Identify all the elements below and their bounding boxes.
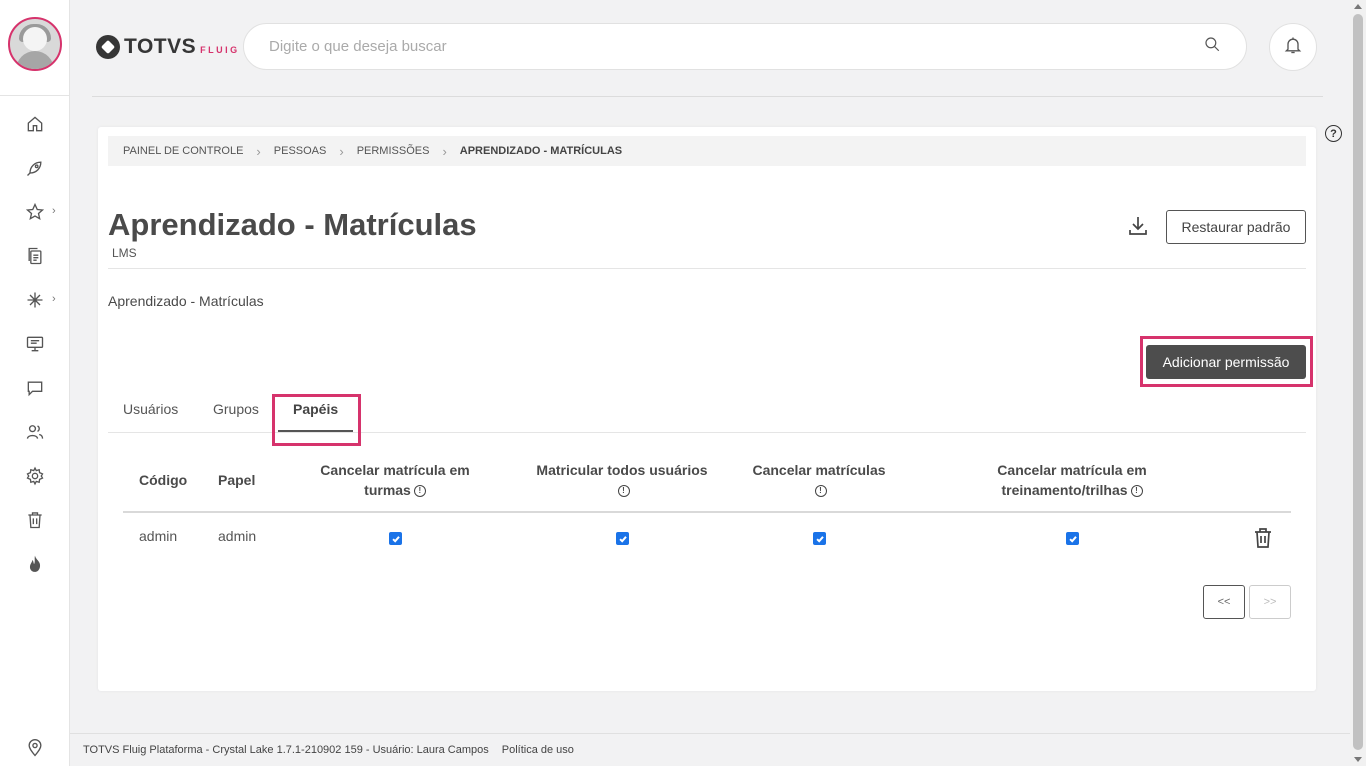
- column-header-line: turmas: [364, 482, 411, 498]
- people-icon[interactable]: [22, 419, 48, 445]
- footer-version-text: TOTVS Fluig Plataforma - Crystal Lake 1.…: [83, 744, 489, 756]
- trash-icon[interactable]: [22, 507, 48, 533]
- workflow-icon[interactable]: [22, 287, 48, 313]
- table-header-divider: [123, 511, 1291, 513]
- add-permission-button[interactable]: Adicionar permissão: [1146, 345, 1306, 379]
- pager-next-button[interactable]: >>: [1249, 585, 1291, 619]
- checkbox-matricular-todos[interactable]: [616, 532, 629, 545]
- column-header-line: Cancelar matrículas: [752, 462, 886, 478]
- logo-word: TOTVS: [124, 35, 197, 58]
- column-header-codigo[interactable]: Código: [139, 470, 187, 490]
- scroll-down-icon[interactable]: [1354, 757, 1362, 762]
- cell-papel: admin: [218, 528, 257, 544]
- page-subtitle: LMS: [112, 246, 137, 260]
- totvs-fluig-logo[interactable]: TOTVS FLUIG: [96, 33, 240, 61]
- rocket-icon[interactable]: [22, 155, 48, 181]
- search-bar[interactable]: Digite o que deseja buscar: [243, 23, 1247, 70]
- help-icon[interactable]: ?: [1325, 125, 1342, 142]
- page-description: Aprendizado - Matrículas: [108, 293, 264, 309]
- title-divider: [108, 268, 1306, 269]
- cell-codigo: admin: [139, 528, 178, 544]
- tabs: Usuários Grupos Papéis: [108, 391, 1306, 446]
- download-icon[interactable]: [1126, 214, 1150, 238]
- workflow-chevron-icon[interactable]: ›: [52, 293, 56, 305]
- gear-icon[interactable]: [22, 463, 48, 489]
- breadcrumb-separator-icon: ›: [256, 143, 261, 159]
- bell-icon: [1283, 35, 1303, 60]
- presentation-icon[interactable]: [22, 331, 48, 357]
- column-header-cancelar-treinamento[interactable]: Cancelar matrícula em treinamento/trilha…: [972, 460, 1172, 500]
- column-header-cancelar-turmas[interactable]: Cancelar matrícula em turmas!: [295, 460, 495, 500]
- column-header-line: Cancelar matrícula em: [997, 462, 1147, 478]
- scroll-up-icon[interactable]: [1354, 4, 1362, 9]
- logo-sub: FLUIG: [200, 44, 240, 55]
- sidebar-divider: [0, 95, 70, 96]
- avatar-head: [23, 27, 47, 51]
- column-header-cancelar-matriculas[interactable]: Cancelar matrículas !: [719, 460, 919, 500]
- column-header-papel[interactable]: Papel: [218, 470, 255, 490]
- tab-highlight: [272, 394, 361, 446]
- breadcrumb: PAINEL DE CONTROLE › PESSOAS › PERMISSÕE…: [108, 136, 1306, 166]
- star-chevron-icon[interactable]: ›: [52, 205, 56, 217]
- star-icon[interactable]: [22, 199, 48, 225]
- search-input[interactable]: Digite o que deseja buscar: [269, 38, 1203, 55]
- avatar-body: [16, 51, 54, 69]
- tab-grupos[interactable]: Grupos: [213, 401, 259, 417]
- tab-usuarios[interactable]: Usuários: [123, 401, 178, 417]
- location-icon[interactable]: [22, 735, 48, 761]
- permissions-card: PAINEL DE CONTROLE › PESSOAS › PERMISSÕE…: [98, 127, 1316, 691]
- info-icon[interactable]: !: [413, 485, 426, 498]
- column-header-line: Cancelar matrícula em: [320, 462, 470, 478]
- header-divider: [92, 96, 1323, 97]
- sidebar: › ›: [0, 0, 70, 766]
- delete-row-icon[interactable]: [1253, 527, 1273, 549]
- scrollbar-thumb[interactable]: [1353, 14, 1363, 750]
- fire-icon[interactable]: [22, 551, 48, 577]
- documents-icon[interactable]: [22, 243, 48, 269]
- breadcrumb-current: APRENDIZADO - MATRÍCULAS: [459, 145, 623, 157]
- home-icon[interactable]: [22, 111, 48, 137]
- page-title: Aprendizado - Matrículas: [108, 207, 477, 242]
- column-header-line: treinamento/trilhas: [1001, 482, 1128, 498]
- info-icon[interactable]: !: [1130, 485, 1143, 498]
- breadcrumb-separator-icon: ›: [339, 143, 344, 159]
- breadcrumb-item-painel[interactable]: PAINEL DE CONTROLE: [123, 145, 243, 157]
- breadcrumb-item-pessoas[interactable]: PESSOAS: [274, 145, 327, 157]
- breadcrumb-separator-icon: ›: [442, 143, 447, 159]
- breadcrumb-item-permissoes[interactable]: PERMISSÕES: [357, 145, 430, 157]
- column-header-matricular-todos[interactable]: Matricular todos usuários !: [522, 460, 722, 500]
- checkbox-cancelar-treinamento[interactable]: [1066, 532, 1079, 545]
- pager-prev-button[interactable]: <<: [1203, 585, 1245, 619]
- checkbox-cancelar-turmas[interactable]: [389, 532, 402, 545]
- restore-default-button[interactable]: Restaurar padrão: [1166, 210, 1306, 244]
- avatar[interactable]: [8, 17, 62, 71]
- logo-mark-icon: [96, 35, 120, 59]
- footer: TOTVS Fluig Plataforma - Crystal Lake 1.…: [70, 733, 1350, 766]
- chat-icon[interactable]: [22, 375, 48, 401]
- footer-policy-link[interactable]: Política de uso: [502, 744, 574, 756]
- info-icon[interactable]: !: [814, 485, 827, 498]
- search-icon[interactable]: [1203, 35, 1221, 58]
- notifications-button[interactable]: [1269, 23, 1317, 71]
- info-icon[interactable]: !: [617, 485, 630, 498]
- scrollbar[interactable]: [1350, 0, 1366, 766]
- checkbox-cancelar-matriculas[interactable]: [813, 532, 826, 545]
- column-header-line: Matricular todos usuários: [536, 462, 708, 478]
